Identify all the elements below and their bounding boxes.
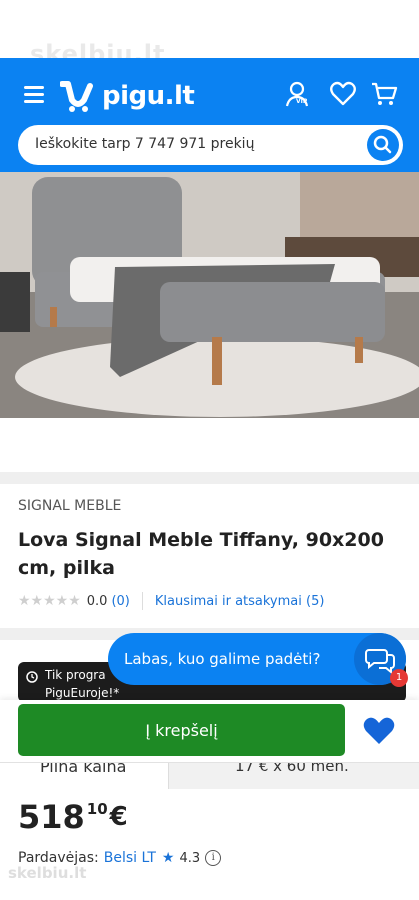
price-currency: €	[109, 802, 128, 832]
rating-count-link[interactable]: (0)	[111, 594, 129, 609]
banner-text: Tik progra	[45, 668, 106, 682]
product-price: 518 10 €	[18, 797, 128, 837]
info-icon[interactable]: i	[205, 850, 222, 866]
section-divider	[0, 472, 419, 484]
product-title: Lova Signal Meble Tiffany, 90x200 cm, pi…	[18, 529, 384, 579]
seller-name-link[interactable]: Belsi LT	[104, 850, 156, 866]
add-to-cart-button[interactable]: Į krepšelį	[18, 704, 345, 756]
tab-full-price-label: Pilna kaina	[40, 763, 127, 776]
header: pigu.lt VIP Ieškokite tarp 7 747 971 pre…	[0, 58, 419, 172]
qa-link[interactable]: Klausimai ir atsakymai (5)	[155, 594, 325, 609]
vip-label: VIP	[296, 98, 308, 105]
logo[interactable]: pigu.lt	[60, 76, 195, 116]
logo-text: pigu.lt	[102, 81, 195, 111]
price-integer: 518	[18, 798, 85, 836]
wishlist-icon[interactable]	[329, 80, 357, 108]
seller-rating: 4.3	[179, 850, 201, 866]
cart-icon[interactable]	[370, 80, 398, 108]
user-icon[interactable]: VIP	[285, 80, 313, 108]
banner-text-2: PiguEuroje!*	[45, 686, 120, 700]
search-input[interactable]: Ieškokite tarp 7 747 971 prekių	[35, 136, 254, 152]
price-cents: 10	[86, 800, 108, 818]
watermark-bottom: skelbiu.lt	[8, 864, 87, 882]
chat-badge: 1	[390, 669, 408, 687]
search-button[interactable]	[367, 129, 399, 161]
tab-full-price[interactable]: Pilna kaina	[18, 763, 168, 789]
menu-icon[interactable]	[24, 86, 44, 103]
cart-logo-icon	[60, 81, 93, 112]
price-tabs: Pilna kaina 17 € x 60 mėn.	[0, 762, 419, 789]
rating-stars-icon[interactable]: ★★★★★	[18, 593, 81, 609]
tab-installments-label: 17 € x 60 mėn.	[235, 763, 349, 775]
chat-label: Labas, kuo galime padėti?	[124, 650, 321, 668]
tab-installments[interactable]: 17 € x 60 mėn.	[168, 763, 419, 789]
product-image[interactable]	[0, 172, 419, 418]
add-to-cart-bar: Į krepšelį	[0, 700, 419, 762]
app-frame: skelbiu.lt pigu.lt VIP Ieškokite tarp 7 …	[0, 0, 419, 900]
heart-icon[interactable]	[360, 714, 398, 748]
image-gallery-area	[0, 418, 419, 472]
refresh-icon	[26, 671, 38, 683]
search-icon	[373, 135, 392, 154]
search-bar[interactable]: Ieškokite tarp 7 747 971 prekių	[18, 125, 403, 165]
chat-widget[interactable]: Labas, kuo galime padėti? 1	[108, 633, 408, 687]
star-icon: ★	[161, 850, 175, 866]
divider	[141, 592, 143, 610]
rating-score: 0.0	[86, 593, 108, 609]
product-brand[interactable]: SIGNAL MEBLE	[18, 498, 121, 514]
rating-row: ★★★★★ 0.0 (0) Klausimai ir atsakymai (5)	[18, 592, 324, 610]
